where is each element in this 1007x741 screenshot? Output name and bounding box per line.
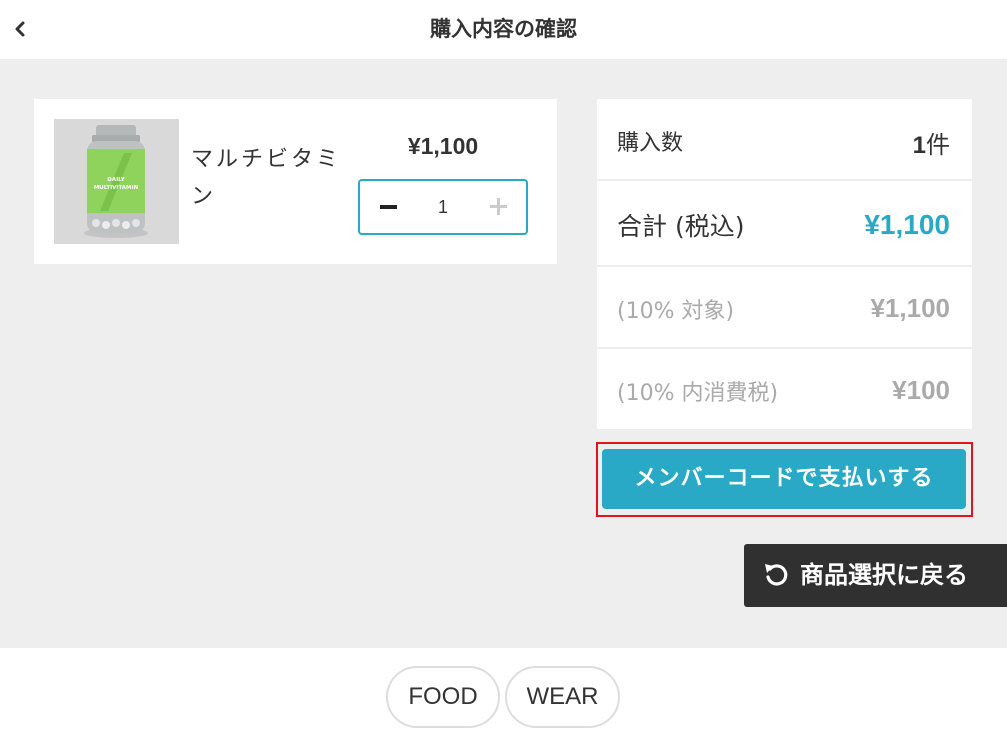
svg-text:DAILY: DAILY xyxy=(107,177,126,183)
return-to-product-selection-button[interactable]: 商品選択に戻る xyxy=(744,544,1007,607)
total-value: ¥1,100 xyxy=(864,209,950,240)
pay-with-member-code-button[interactable]: メンバーコードで支払いする xyxy=(602,449,966,509)
summary-row-count: 購入数 1件 xyxy=(597,99,972,181)
main-content: DAILY MULTIVITAMIN マルチビタミン ¥1,100 1 購入数 … xyxy=(0,59,1007,648)
category-footer: FOOD WEAR xyxy=(0,648,1007,741)
product-image: DAILY MULTIVITAMIN xyxy=(54,119,179,244)
summary-row-tax-base: (10% 対象) ¥1,100 xyxy=(597,267,972,349)
tax-base-value: ¥1,100 xyxy=(870,293,950,323)
page-title: 購入内容の確認 xyxy=(430,17,577,41)
header-bar: 購入内容の確認 xyxy=(0,0,1007,59)
count-label: 購入数 xyxy=(617,131,684,156)
product-name: マルチビタミン xyxy=(191,147,342,209)
tax-label: (10% 内消費税) xyxy=(617,381,779,406)
product-price: ¥1,100 xyxy=(407,133,479,159)
undo-icon xyxy=(765,564,788,586)
increment-button[interactable] xyxy=(470,181,526,233)
summary-row-total: 合計 (税込) ¥1,100 xyxy=(597,181,972,267)
tax-base-label: (10% 対象) xyxy=(617,299,735,324)
total-label: 合計 (税込) xyxy=(617,212,745,241)
quantity-value: 1 xyxy=(437,197,448,217)
decrement-button[interactable] xyxy=(360,181,416,233)
tax-value: ¥100 xyxy=(892,375,950,405)
quantity-stepper: 1 xyxy=(358,179,528,235)
return-label: 商品選択に戻る xyxy=(800,561,968,589)
count-value: 1件 xyxy=(912,132,950,159)
svg-text:MULTIVITAMIN: MULTIVITAMIN xyxy=(94,185,139,191)
order-summary: 購入数 1件 合計 (税込) ¥1,100 (10% 対象) ¥1,100 (1… xyxy=(597,99,972,429)
cart-item-card: DAILY MULTIVITAMIN マルチビタミン ¥1,100 1 xyxy=(34,99,557,264)
summary-row-tax: (10% 内消費税) ¥100 xyxy=(597,349,972,429)
tab-food[interactable]: FOOD xyxy=(386,666,500,728)
tab-wear[interactable]: WEAR xyxy=(505,666,620,728)
